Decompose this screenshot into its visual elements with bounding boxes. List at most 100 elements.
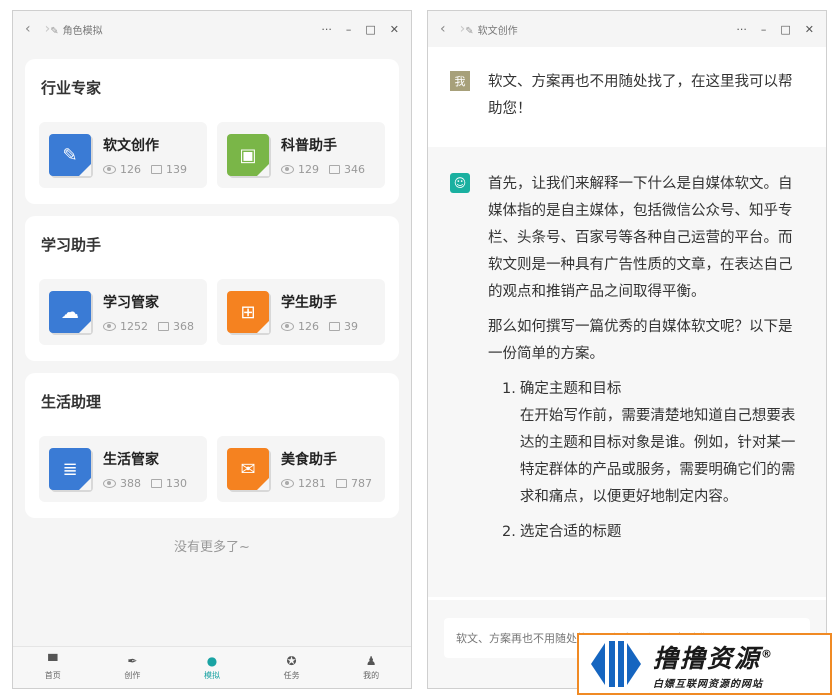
card-soft-article[interactable]: ✎ 软文创作 126 139 xyxy=(39,122,207,188)
note-edit-icon: ✉ xyxy=(227,448,269,490)
list-item-title: 选定合适的标题 xyxy=(519,524,622,540)
list-item-title: 确定主题和目标 xyxy=(519,381,622,397)
feather-icon: ✒ xyxy=(127,653,138,668)
card-science-assistant[interactable]: ▣ 科普助手 129 346 xyxy=(217,122,385,188)
watermark-subtitle: 白嫖互联网资源的网站 xyxy=(653,678,763,690)
tab-label: 任务 xyxy=(283,670,300,680)
home-icon: ▀ xyxy=(48,653,58,668)
list-item: 1. 确定主题和目标 在开始写作前，需要清楚地知道自己想要表达的主题和目标对象是… xyxy=(502,376,806,511)
minimize-icon[interactable]: – xyxy=(346,23,352,36)
comment-icon xyxy=(336,478,347,488)
card-name: 学生助手 xyxy=(281,294,337,311)
tab-simulate[interactable]: ● 模拟 xyxy=(172,647,252,688)
card-life-manager[interactable]: ≣ 生活管家 388 130 xyxy=(39,436,207,502)
list-number: 1. xyxy=(502,381,516,397)
soft-article-chat-window: ‹ › ✎ 软文创作 ··· – □ ✕ 我 软文、方案再也不用随处找了，在这里我… xyxy=(427,10,827,689)
tab-label: 我的 xyxy=(363,670,380,680)
chat-bubbles-icon: ☁ xyxy=(49,291,91,333)
tab-create[interactable]: ✒ 创作 xyxy=(93,647,173,688)
user-message: 我 软文、方案再也不用随处找了，在这里我可以帮助您！ xyxy=(428,47,826,147)
list-item-body: 在开始写作前，需要清楚地知道自己想要表达的主题和目标对象是谁。例如，针对某一特定… xyxy=(519,408,796,505)
no-more-text: 没有更多了~ xyxy=(174,540,250,555)
comment-icon xyxy=(151,478,162,488)
bot-paragraph: 那么如何撰写一篇优秀的自媒体软文呢？以下是一份简单的方案。 xyxy=(488,319,793,362)
list-item: 2. 选定合适的标题 xyxy=(502,519,806,546)
section-title: 行业专家 xyxy=(41,79,102,97)
window-title: 角色模拟 xyxy=(62,25,103,37)
eye-icon xyxy=(281,478,294,488)
tab-label: 首页 xyxy=(44,670,61,680)
back-icon[interactable]: ‹ xyxy=(25,21,31,37)
tab-label: 模拟 xyxy=(203,670,220,680)
eye-icon xyxy=(281,321,294,331)
more-icon[interactable]: ··· xyxy=(736,23,747,36)
bot-paragraph: 首先，让我们来解释一下什么是自媒体软文。自媒体指的是自主媒体，包括微信公众号、知… xyxy=(488,176,793,300)
comment-count: 346 xyxy=(344,162,365,176)
view-count: 388 xyxy=(120,476,141,490)
comment-icon xyxy=(158,321,169,331)
card-name: 科普助手 xyxy=(281,137,337,154)
maximize-icon[interactable]: □ xyxy=(780,23,790,36)
gift-icon: ⊞ xyxy=(227,291,269,333)
comment-count: 368 xyxy=(173,319,194,333)
card-food-assistant[interactable]: ✉ 美食助手 1281 787 xyxy=(217,436,385,502)
watermark-main-text: 撸撸资源 xyxy=(653,643,762,673)
bottom-tabbar: ▀ 首页 ✒ 创作 ● 模拟 ✪ 任务 ♟ 我的 xyxy=(13,646,411,688)
bot-list: 1. 确定主题和目标 在开始写作前，需要清楚地知道自己想要表达的主题和目标对象是… xyxy=(502,376,806,546)
section-title: 学习助手 xyxy=(41,236,102,254)
comment-icon xyxy=(329,164,340,174)
registered-mark: ® xyxy=(761,647,775,661)
right-titlebar: ‹ › ✎ 软文创作 ··· – □ ✕ xyxy=(428,11,826,47)
card-name: 学习管家 xyxy=(103,294,159,311)
comment-count: 39 xyxy=(344,319,358,333)
user-avatar: 我 xyxy=(450,71,470,91)
document-icon: ≣ xyxy=(49,448,91,490)
section-title: 生活助理 xyxy=(41,393,102,411)
role-simulation-window: ‹ › ✎ 角色模拟 ··· – □ ✕ 行业专家 ✎ 软文创作 126 139… xyxy=(12,10,412,689)
card-name: 美食助手 xyxy=(281,451,337,468)
edit-image-icon: ✎ xyxy=(49,134,91,176)
forward-icon[interactable]: › xyxy=(460,21,466,37)
bot-message: ☺ 首先，让我们来解释一下什么是自媒体软文。自媒体指的是自主媒体，包括微信公众号… xyxy=(428,147,826,597)
section-study-assistant: 学习助手 ☁ 学习管家 1252 368 ⊞ 学生助手 126 39 xyxy=(25,216,399,361)
comment-icon xyxy=(151,164,162,174)
close-icon[interactable]: ✕ xyxy=(805,23,814,36)
user-message-text: 软文、方案再也不用随处找了，在这里我可以帮助您！ xyxy=(488,74,793,117)
eye-icon xyxy=(281,164,294,174)
view-count: 126 xyxy=(298,319,319,333)
badge-icon: ✪ xyxy=(286,653,297,668)
comment-count: 787 xyxy=(351,476,372,490)
more-icon[interactable]: ··· xyxy=(321,23,332,36)
window-title: 软文创作 xyxy=(477,25,518,37)
view-count: 129 xyxy=(298,162,319,176)
card-name: 软文创作 xyxy=(103,137,159,154)
user-icon: ♟ xyxy=(365,653,377,668)
maximize-icon[interactable]: □ xyxy=(365,23,375,36)
view-count: 1281 xyxy=(298,476,326,490)
comment-count: 139 xyxy=(166,162,187,176)
watermark-logo: 撸撸资源® 白嫖互联网资源的网站 xyxy=(577,633,832,695)
globe-icon: ● xyxy=(206,653,218,668)
bot-avatar-icon: ☺ xyxy=(450,173,470,193)
card-name: 生活管家 xyxy=(103,451,159,468)
pen-icon: ✎ xyxy=(465,25,474,37)
view-count: 1252 xyxy=(120,319,148,333)
category-list: 行业专家 ✎ 软文创作 126 139 ▣ 科普助手 129 346 学习助手 … xyxy=(13,47,411,555)
minimize-icon[interactable]: – xyxy=(761,23,767,36)
section-industry-expert: 行业专家 ✎ 软文创作 126 139 ▣ 科普助手 129 346 xyxy=(25,59,399,204)
tab-mine[interactable]: ♟ 我的 xyxy=(331,647,411,688)
card-study-manager[interactable]: ☁ 学习管家 1252 368 xyxy=(39,279,207,345)
back-icon[interactable]: ‹ xyxy=(440,21,446,37)
eye-icon xyxy=(103,478,116,488)
tab-label: 创作 xyxy=(124,670,141,680)
left-titlebar: ‹ › ✎ 角色模拟 ··· – □ ✕ xyxy=(13,11,411,47)
tab-task[interactable]: ✪ 任务 xyxy=(252,647,332,688)
forward-icon[interactable]: › xyxy=(45,21,51,37)
list-number: 2. xyxy=(502,524,516,540)
tab-home[interactable]: ▀ 首页 xyxy=(13,647,93,688)
card-student-assistant[interactable]: ⊞ 学生助手 126 39 xyxy=(217,279,385,345)
close-icon[interactable]: ✕ xyxy=(390,23,399,36)
eye-icon xyxy=(103,321,116,331)
section-life-assistant: 生活助理 ≣ 生活管家 388 130 ✉ 美食助手 1281 787 xyxy=(25,373,399,518)
picture-icon: ▣ xyxy=(227,134,269,176)
